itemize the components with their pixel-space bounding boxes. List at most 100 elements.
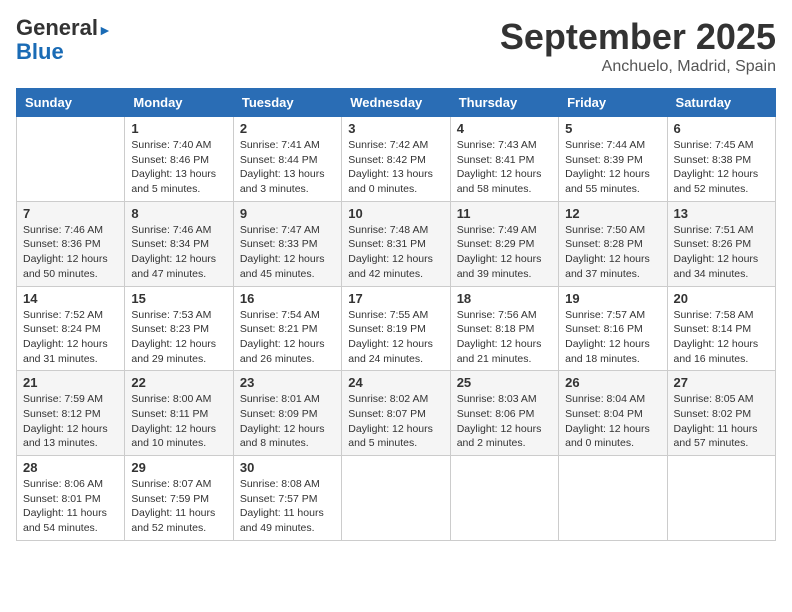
calendar-cell: 23 Sunrise: 8:01 AM Sunset: 8:09 PM Dayli… bbox=[233, 371, 341, 456]
day-info: Sunrise: 7:59 AM Sunset: 8:12 PM Dayligh… bbox=[23, 392, 118, 451]
header-day: Monday bbox=[125, 89, 233, 117]
day-number: 26 bbox=[565, 375, 660, 390]
day-info: Sunrise: 7:47 AM Sunset: 8:33 PM Dayligh… bbox=[240, 223, 335, 282]
calendar-cell: 3 Sunrise: 7:42 AM Sunset: 8:42 PM Daylig… bbox=[342, 117, 450, 202]
day-number: 17 bbox=[348, 291, 443, 306]
calendar-cell: 30 Sunrise: 8:08 AM Sunset: 7:57 PM Dayli… bbox=[233, 456, 341, 541]
day-number: 6 bbox=[674, 121, 769, 136]
day-info: Sunrise: 7:45 AM Sunset: 8:38 PM Dayligh… bbox=[674, 138, 769, 197]
calendar-cell: 24 Sunrise: 8:02 AM Sunset: 8:07 PM Dayli… bbox=[342, 371, 450, 456]
calendar-week-row: 28 Sunrise: 8:06 AM Sunset: 8:01 PM Dayli… bbox=[17, 456, 776, 541]
calendar-cell: 1Sunrise: 7:40 AM Sunset: 8:46 PM Daylig… bbox=[125, 117, 233, 202]
calendar-week-row: 14Sunrise: 7:52 AM Sunset: 8:24 PM Dayli… bbox=[17, 286, 776, 371]
day-info: Sunrise: 7:57 AM Sunset: 8:16 PM Dayligh… bbox=[565, 308, 660, 367]
page-header: General► Blue September 2025 Anchuelo, M… bbox=[16, 16, 776, 76]
calendar-cell bbox=[667, 456, 775, 541]
calendar-cell: 10 Sunrise: 7:48 AM Sunset: 8:31 PM Dayli… bbox=[342, 201, 450, 286]
day-info: Sunrise: 7:54 AM Sunset: 8:21 PM Dayligh… bbox=[240, 308, 335, 367]
calendar-cell bbox=[342, 456, 450, 541]
calendar-week-row: 1Sunrise: 7:40 AM Sunset: 8:46 PM Daylig… bbox=[17, 117, 776, 202]
month-title: September 2025 bbox=[500, 16, 776, 58]
calendar-cell: 2Sunrise: 7:41 AM Sunset: 8:44 PM Daylig… bbox=[233, 117, 341, 202]
day-number: 5 bbox=[565, 121, 660, 136]
day-number: 10 bbox=[348, 206, 443, 221]
calendar-cell: 19Sunrise: 7:57 AM Sunset: 8:16 PM Dayli… bbox=[559, 286, 667, 371]
day-info: Sunrise: 8:05 AM Sunset: 8:02 PM Dayligh… bbox=[674, 392, 769, 451]
calendar-cell bbox=[450, 456, 558, 541]
calendar-cell: 12Sunrise: 7:50 AM Sunset: 8:28 PM Dayli… bbox=[559, 201, 667, 286]
day-number: 20 bbox=[674, 291, 769, 306]
header-day: Friday bbox=[559, 89, 667, 117]
title-block: September 2025 Anchuelo, Madrid, Spain bbox=[500, 16, 776, 76]
calendar-cell: 21 Sunrise: 7:59 AM Sunset: 8:12 PM Dayli… bbox=[17, 371, 125, 456]
calendar-week-row: 7 Sunrise: 7:46 AM Sunset: 8:36 PM Daylig… bbox=[17, 201, 776, 286]
day-info: Sunrise: 8:00 AM Sunset: 8:11 PM Dayligh… bbox=[131, 392, 226, 451]
calendar-cell: 16 Sunrise: 7:54 AM Sunset: 8:21 PM Dayli… bbox=[233, 286, 341, 371]
day-number: 3 bbox=[348, 121, 443, 136]
day-number: 14 bbox=[23, 291, 118, 306]
calendar-cell: 18Sunrise: 7:56 AM Sunset: 8:18 PM Dayli… bbox=[450, 286, 558, 371]
calendar-cell: 20 Sunrise: 7:58 AM Sunset: 8:14 PM Dayli… bbox=[667, 286, 775, 371]
day-number: 4 bbox=[457, 121, 552, 136]
day-info: Sunrise: 8:04 AM Sunset: 8:04 PM Dayligh… bbox=[565, 392, 660, 451]
day-number: 8 bbox=[131, 206, 226, 221]
calendar-cell bbox=[559, 456, 667, 541]
day-info: Sunrise: 7:44 AM Sunset: 8:39 PM Dayligh… bbox=[565, 138, 660, 197]
day-info: Sunrise: 7:46 AM Sunset: 8:34 PM Dayligh… bbox=[131, 223, 226, 282]
calendar-cell: 6 Sunrise: 7:45 AM Sunset: 8:38 PM Daylig… bbox=[667, 117, 775, 202]
day-number: 30 bbox=[240, 460, 335, 475]
header-row: SundayMondayTuesdayWednesdayThursdayFrid… bbox=[17, 89, 776, 117]
day-number: 1 bbox=[131, 121, 226, 136]
day-info: Sunrise: 7:55 AM Sunset: 8:19 PM Dayligh… bbox=[348, 308, 443, 367]
day-number: 28 bbox=[23, 460, 118, 475]
logo: General► Blue bbox=[16, 16, 112, 64]
day-info: Sunrise: 7:46 AM Sunset: 8:36 PM Dayligh… bbox=[23, 223, 118, 282]
day-number: 25 bbox=[457, 375, 552, 390]
calendar-table: SundayMondayTuesdayWednesdayThursdayFrid… bbox=[16, 88, 776, 541]
day-info: Sunrise: 8:07 AM Sunset: 7:59 PM Dayligh… bbox=[131, 477, 226, 536]
day-number: 15 bbox=[131, 291, 226, 306]
day-info: Sunrise: 7:58 AM Sunset: 8:14 PM Dayligh… bbox=[674, 308, 769, 367]
day-info: Sunrise: 8:02 AM Sunset: 8:07 PM Dayligh… bbox=[348, 392, 443, 451]
day-info: Sunrise: 7:50 AM Sunset: 8:28 PM Dayligh… bbox=[565, 223, 660, 282]
calendar-cell: 29 Sunrise: 8:07 AM Sunset: 7:59 PM Dayli… bbox=[125, 456, 233, 541]
day-number: 24 bbox=[348, 375, 443, 390]
day-number: 29 bbox=[131, 460, 226, 475]
calendar-cell: 28 Sunrise: 8:06 AM Sunset: 8:01 PM Dayli… bbox=[17, 456, 125, 541]
calendar-cell: 17 Sunrise: 7:55 AM Sunset: 8:19 PM Dayli… bbox=[342, 286, 450, 371]
day-number: 23 bbox=[240, 375, 335, 390]
calendar-week-row: 21 Sunrise: 7:59 AM Sunset: 8:12 PM Dayli… bbox=[17, 371, 776, 456]
day-info: Sunrise: 7:48 AM Sunset: 8:31 PM Dayligh… bbox=[348, 223, 443, 282]
calendar-cell: 5 Sunrise: 7:44 AM Sunset: 8:39 PM Daylig… bbox=[559, 117, 667, 202]
day-info: Sunrise: 7:53 AM Sunset: 8:23 PM Dayligh… bbox=[131, 308, 226, 367]
day-info: Sunrise: 8:01 AM Sunset: 8:09 PM Dayligh… bbox=[240, 392, 335, 451]
logo-text: General► Blue bbox=[16, 16, 112, 64]
day-info: Sunrise: 7:43 AM Sunset: 8:41 PM Dayligh… bbox=[457, 138, 552, 197]
header-day: Wednesday bbox=[342, 89, 450, 117]
day-info: Sunrise: 8:03 AM Sunset: 8:06 PM Dayligh… bbox=[457, 392, 552, 451]
calendar-cell: 25 Sunrise: 8:03 AM Sunset: 8:06 PM Dayli… bbox=[450, 371, 558, 456]
header-day: Sunday bbox=[17, 89, 125, 117]
calendar-cell: 7 Sunrise: 7:46 AM Sunset: 8:36 PM Daylig… bbox=[17, 201, 125, 286]
calendar-cell: 22 Sunrise: 8:00 AM Sunset: 8:11 PM Dayli… bbox=[125, 371, 233, 456]
day-info: Sunrise: 8:06 AM Sunset: 8:01 PM Dayligh… bbox=[23, 477, 118, 536]
calendar-cell: 27Sunrise: 8:05 AM Sunset: 8:02 PM Dayli… bbox=[667, 371, 775, 456]
day-info: Sunrise: 7:49 AM Sunset: 8:29 PM Dayligh… bbox=[457, 223, 552, 282]
calendar-cell: 14Sunrise: 7:52 AM Sunset: 8:24 PM Dayli… bbox=[17, 286, 125, 371]
header-day: Saturday bbox=[667, 89, 775, 117]
calendar-cell: 4 Sunrise: 7:43 AM Sunset: 8:41 PM Daylig… bbox=[450, 117, 558, 202]
day-number: 9 bbox=[240, 206, 335, 221]
day-info: Sunrise: 7:51 AM Sunset: 8:26 PM Dayligh… bbox=[674, 223, 769, 282]
day-info: Sunrise: 8:08 AM Sunset: 7:57 PM Dayligh… bbox=[240, 477, 335, 536]
calendar-cell: 9 Sunrise: 7:47 AM Sunset: 8:33 PM Daylig… bbox=[233, 201, 341, 286]
calendar-cell bbox=[17, 117, 125, 202]
day-number: 13 bbox=[674, 206, 769, 221]
day-number: 7 bbox=[23, 206, 118, 221]
day-number: 18 bbox=[457, 291, 552, 306]
header-day: Thursday bbox=[450, 89, 558, 117]
calendar-cell: 13 Sunrise: 7:51 AM Sunset: 8:26 PM Dayli… bbox=[667, 201, 775, 286]
day-info: Sunrise: 7:42 AM Sunset: 8:42 PM Dayligh… bbox=[348, 138, 443, 197]
day-number: 16 bbox=[240, 291, 335, 306]
day-number: 21 bbox=[23, 375, 118, 390]
day-number: 22 bbox=[131, 375, 226, 390]
